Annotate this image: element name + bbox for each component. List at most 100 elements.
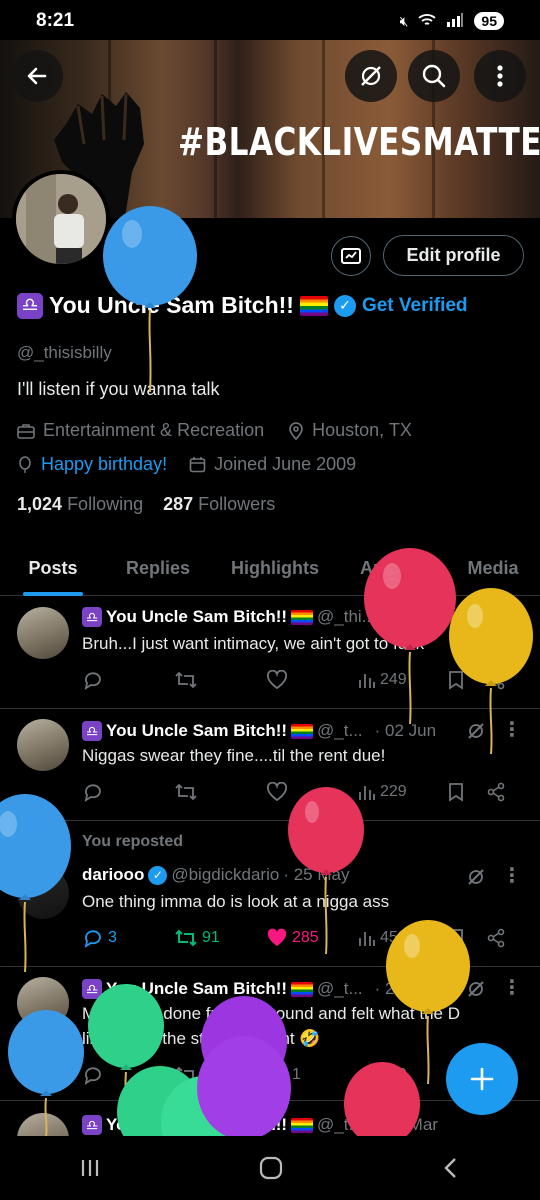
birthday-link[interactable]: Happy birthday! xyxy=(41,454,167,475)
post-item-repost[interactable]: You reposted dariooo ✓ @bigdickdario · 2… xyxy=(0,821,540,967)
post-more-icon[interactable]: ⋮ xyxy=(502,605,522,630)
bookmark-button[interactable] xyxy=(448,670,486,690)
views-button[interactable]: 302 xyxy=(358,1066,448,1084)
banner-hashtag: #BLACKLIVESMATTER xyxy=(178,120,540,164)
views-icon xyxy=(359,932,375,946)
reply-icon xyxy=(84,784,101,802)
post-author: You Uncle Sam Bitch!! xyxy=(106,1115,288,1134)
heart-icon xyxy=(266,670,288,690)
grok-icon[interactable] xyxy=(466,721,486,741)
reply-button[interactable] xyxy=(82,1065,174,1085)
post-avatar[interactable] xyxy=(17,867,69,919)
post-actions: 3 91 285 452K xyxy=(82,928,522,948)
views-button[interactable]: 229 xyxy=(358,783,448,801)
post-handle: @_thi... xyxy=(317,607,376,626)
profile-category: Entertainment & Recreation xyxy=(43,420,265,440)
libra-emoji: ♎ xyxy=(82,721,102,741)
professional-tools-button[interactable] xyxy=(331,236,371,276)
reply-button[interactable]: 3 xyxy=(82,928,174,948)
post-more-icon[interactable]: ⋮ xyxy=(502,717,522,742)
post-item[interactable]: ♎ You Uncle Sam Bitch!! @_t... · 02 Jun … xyxy=(0,709,540,821)
reply-button[interactable] xyxy=(82,670,174,690)
views-count: 229 xyxy=(380,783,407,800)
back-nav-icon[interactable] xyxy=(441,1156,461,1180)
post-text: One thing imma do is look at a nigga ass xyxy=(82,892,390,911)
edit-profile-button[interactable]: Edit profile xyxy=(383,235,524,276)
repost-button[interactable] xyxy=(174,782,266,802)
get-verified-link[interactable]: Get Verified xyxy=(362,295,468,317)
post-text: My cousin done fucked around and felt wh… xyxy=(82,1004,461,1023)
recent-apps-icon[interactable] xyxy=(79,1157,101,1179)
bookmark-button[interactable] xyxy=(448,782,486,802)
post-item[interactable]: ♎ You Uncle Sam Bitch!! @_thi... · 05 Ju… xyxy=(0,597,540,709)
profile-avatar[interactable] xyxy=(12,170,110,268)
post-actions: 229 xyxy=(82,782,522,802)
battery-indicator: 95 xyxy=(474,12,504,30)
post-header: ♎ You Uncle Sam Bitch!! @_t... · 02 Jun xyxy=(82,721,436,741)
grok-icon[interactable] xyxy=(466,979,486,999)
post-handle: @bigdickdario xyxy=(171,865,280,884)
search-button[interactable] xyxy=(408,50,460,102)
reply-icon xyxy=(84,1067,101,1085)
tab-media[interactable]: Media xyxy=(446,540,540,596)
like-button[interactable]: 285 xyxy=(266,928,358,948)
profile-meta-row-1: Entertainment & Recreation Houston, TX xyxy=(17,420,412,441)
grok-button[interactable] xyxy=(345,50,397,102)
dashboard-icon xyxy=(341,248,361,264)
grok-icon[interactable] xyxy=(466,609,486,629)
views-button[interactable]: 249 xyxy=(358,671,448,689)
post-author: You Uncle Sam Bitch!! xyxy=(106,607,288,626)
post-author: You Uncle Sam Bitch!! xyxy=(106,721,288,740)
bookmark-icon xyxy=(449,929,463,948)
bookmark-button[interactable] xyxy=(448,928,486,948)
tab-articles[interactable]: Articles xyxy=(340,540,446,596)
views-button[interactable]: 452K xyxy=(358,929,448,947)
share-button[interactable] xyxy=(486,928,506,948)
post-more-icon[interactable]: ⋮ xyxy=(502,975,522,1000)
compose-post-button[interactable] xyxy=(446,1043,518,1115)
tab-highlights[interactable]: Highlights xyxy=(210,540,340,596)
bookmark-icon xyxy=(449,783,463,802)
like-button[interactable]: 1 xyxy=(266,1065,358,1085)
verified-check-icon: ✓ xyxy=(333,294,356,317)
like-button[interactable] xyxy=(266,670,358,690)
reply-button[interactable] xyxy=(82,782,174,802)
share-button[interactable] xyxy=(486,782,506,802)
post-date: · 02 Mar xyxy=(374,1115,438,1134)
followers-link[interactable]: 287 Followers xyxy=(163,494,275,515)
post-date: · 22 May xyxy=(374,979,441,998)
post-text-line-2: like....now the stud pregnant 🤣 xyxy=(82,1029,321,1048)
tab-posts[interactable]: Posts xyxy=(0,540,106,596)
post-avatar[interactable] xyxy=(17,977,69,1029)
share-button[interactable] xyxy=(486,670,506,690)
like-button[interactable] xyxy=(266,782,358,802)
tab-replies[interactable]: Replies xyxy=(106,540,210,596)
following-link[interactable]: 1,024 Following xyxy=(17,494,143,515)
post-header: dariooo ✓ @bigdickdario · 25 May xyxy=(82,865,349,885)
libra-emoji: ♎ xyxy=(82,1115,102,1135)
repost-button[interactable] xyxy=(174,1065,266,1085)
views-icon xyxy=(359,1069,375,1083)
repost-button[interactable] xyxy=(174,670,266,690)
post-text: Niggas swear they fine....til the rent d… xyxy=(82,746,386,765)
more-button[interactable] xyxy=(474,50,526,102)
home-icon[interactable] xyxy=(259,1156,283,1180)
repost-button[interactable]: 91 xyxy=(174,928,266,948)
post-avatar[interactable] xyxy=(17,1113,69,1136)
views-count: 302 xyxy=(380,1066,407,1083)
post-avatar[interactable] xyxy=(17,719,69,771)
status-bar: 8:21 🔇︎ 95 xyxy=(0,0,540,42)
grok-icon[interactable] xyxy=(466,867,486,887)
post-handle: @_t... xyxy=(317,979,363,998)
post-more-icon[interactable]: ⋮ xyxy=(502,863,522,888)
heart-icon xyxy=(266,1065,288,1085)
profile-tabs: Posts Replies Highlights Articles Media xyxy=(0,540,540,596)
repost-icon xyxy=(175,1066,197,1084)
back-button[interactable] xyxy=(11,50,63,102)
status-icons: 🔇︎ 95 xyxy=(400,12,504,30)
profile-name-row: ♎ You Uncle Sam Bitch!! ✓ Get Verified xyxy=(17,292,468,319)
reply-icon xyxy=(84,930,101,948)
post-avatar[interactable] xyxy=(17,607,69,659)
bookmark-icon xyxy=(449,671,463,690)
rainbow-flag-icon xyxy=(299,295,328,316)
